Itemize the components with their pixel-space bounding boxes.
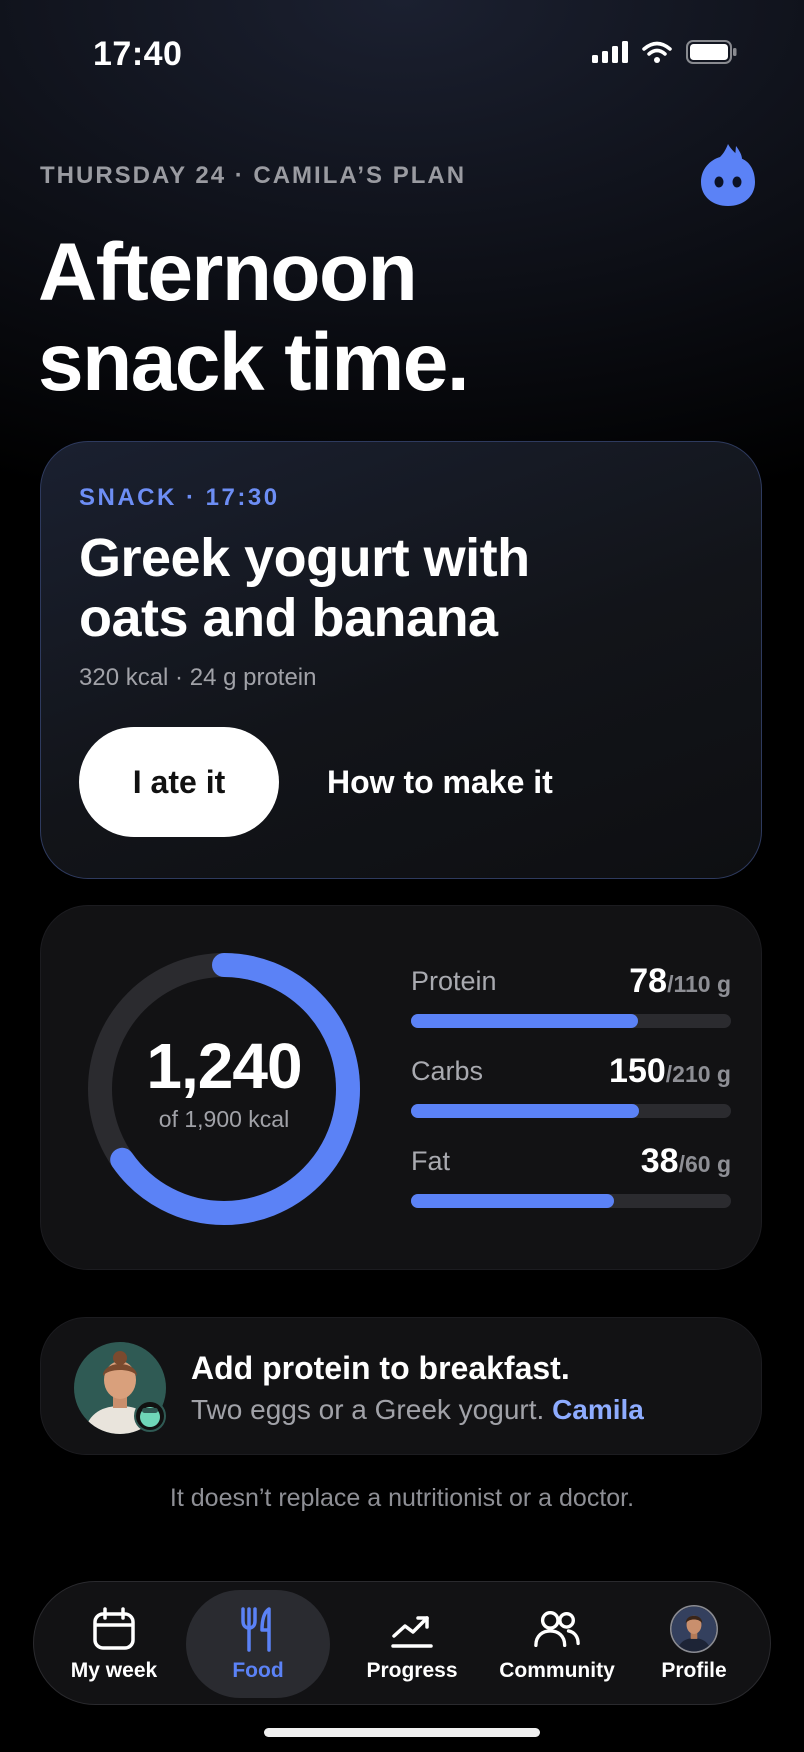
tab-label: Food — [232, 1659, 284, 1682]
tip-body: Two eggs or a Greek yogurt. — [191, 1394, 545, 1425]
macro-amount: 38 — [640, 1142, 679, 1180]
calories-consumed: 1,240 — [146, 1030, 302, 1102]
tab-label: My week — [70, 1659, 158, 1682]
macro-progress-track — [411, 1194, 731, 1208]
macro-value: 38/60 g — [641, 1142, 731, 1181]
snack-title: Greek yogurt with oats and banana — [79, 528, 639, 648]
macro-goal: /210 g — [665, 1061, 731, 1087]
ate-it-button[interactable]: I ate it — [79, 727, 279, 837]
macro-amount: 78 — [629, 962, 668, 1000]
snack-nutrition-meta: 320 kcal · 24 g protein — [79, 664, 317, 691]
calendar-icon — [93, 1607, 135, 1650]
macro-progress-fill — [411, 1104, 640, 1118]
macro-progress-track — [411, 1014, 731, 1028]
tab-label: Community — [499, 1659, 615, 1682]
macro-value: 78/110 g — [629, 962, 731, 1001]
macro-fat: Fat 38/60 g — [411, 1142, 731, 1226]
daily-intake-card: 1,240 of 1,900 kcal Protein 78/110 g Car… — [40, 905, 762, 1270]
headline-line-2: snack time. — [38, 317, 470, 408]
status-bar: 17:40 — [0, 0, 804, 110]
tab-my-week[interactable]: My week — [54, 1582, 174, 1706]
snack-title-line-1: Greek yogurt with — [79, 528, 530, 588]
macro-goal: /110 g — [667, 971, 731, 997]
snack-title-line-2: oats and banana — [79, 588, 498, 648]
mascot-icon[interactable] — [700, 142, 756, 208]
macro-amount: 150 — [609, 1052, 666, 1090]
tab-community[interactable]: Community — [482, 1582, 632, 1706]
macro-label: Protein — [411, 966, 497, 996]
medical-disclaimer: It doesn’t replace a nutritionist or a d… — [169, 1484, 635, 1512]
macro-carbs: Carbs 150/210 g — [411, 1052, 731, 1136]
snack-time-label: SNACK · 17:30 — [79, 484, 280, 511]
tab-label: Progress — [366, 1659, 458, 1682]
bottom-tab-bar: My week Food Progress Community Profile — [33, 1581, 771, 1705]
status-time: 17:40 — [93, 35, 183, 73]
home-indicator — [264, 1728, 540, 1737]
tab-food[interactable]: Food — [186, 1590, 330, 1698]
macro-protein: Protein 78/110 g — [411, 962, 731, 1046]
macro-label: Fat — [411, 1146, 451, 1176]
macro-value: 150/210 g — [609, 1052, 731, 1091]
snack-card: SNACK · 17:30 Greek yogurt with oats and… — [40, 441, 762, 879]
tab-label: Profile — [661, 1659, 727, 1682]
macro-goal: /60 g — [678, 1151, 731, 1177]
status-icons — [592, 40, 738, 64]
headline-line-1: Afternoon — [38, 227, 418, 318]
macro-progress-track — [411, 1104, 731, 1118]
page-headline: Afternoon snack time. — [38, 227, 470, 408]
how-to-make-button[interactable]: How to make it — [323, 727, 557, 837]
macro-progress-fill — [411, 1014, 638, 1028]
nutritionist-tip-card[interactable]: Add protein to breakfast. Two eggs or a … — [40, 1317, 762, 1455]
battery-icon — [686, 40, 737, 64]
tip-title: Add protein to breakfast. — [191, 1350, 570, 1386]
date-plan-label: THURSDAY 24 · CAMILA’S PLAN — [40, 162, 467, 189]
tab-progress[interactable]: Progress — [342, 1582, 482, 1706]
cellular-signal-icon — [592, 41, 628, 63]
macro-progress-fill — [411, 1194, 614, 1208]
nutritionist-avatar — [74, 1342, 166, 1434]
fork-knife-icon — [241, 1607, 271, 1652]
tip-text: Two eggs or a Greek yogurt. Camila — [191, 1394, 644, 1426]
tab-profile[interactable]: Profile — [634, 1582, 754, 1706]
avatar-icon — [670, 1605, 718, 1653]
people-icon — [534, 1611, 580, 1648]
calories-target: of 1,900 kcal — [158, 1106, 290, 1132]
trend-chart-icon — [391, 1616, 433, 1648]
macro-label: Carbs — [411, 1056, 484, 1086]
wifi-icon — [642, 41, 672, 63]
tip-author-link[interactable]: Camila — [552, 1394, 644, 1425]
